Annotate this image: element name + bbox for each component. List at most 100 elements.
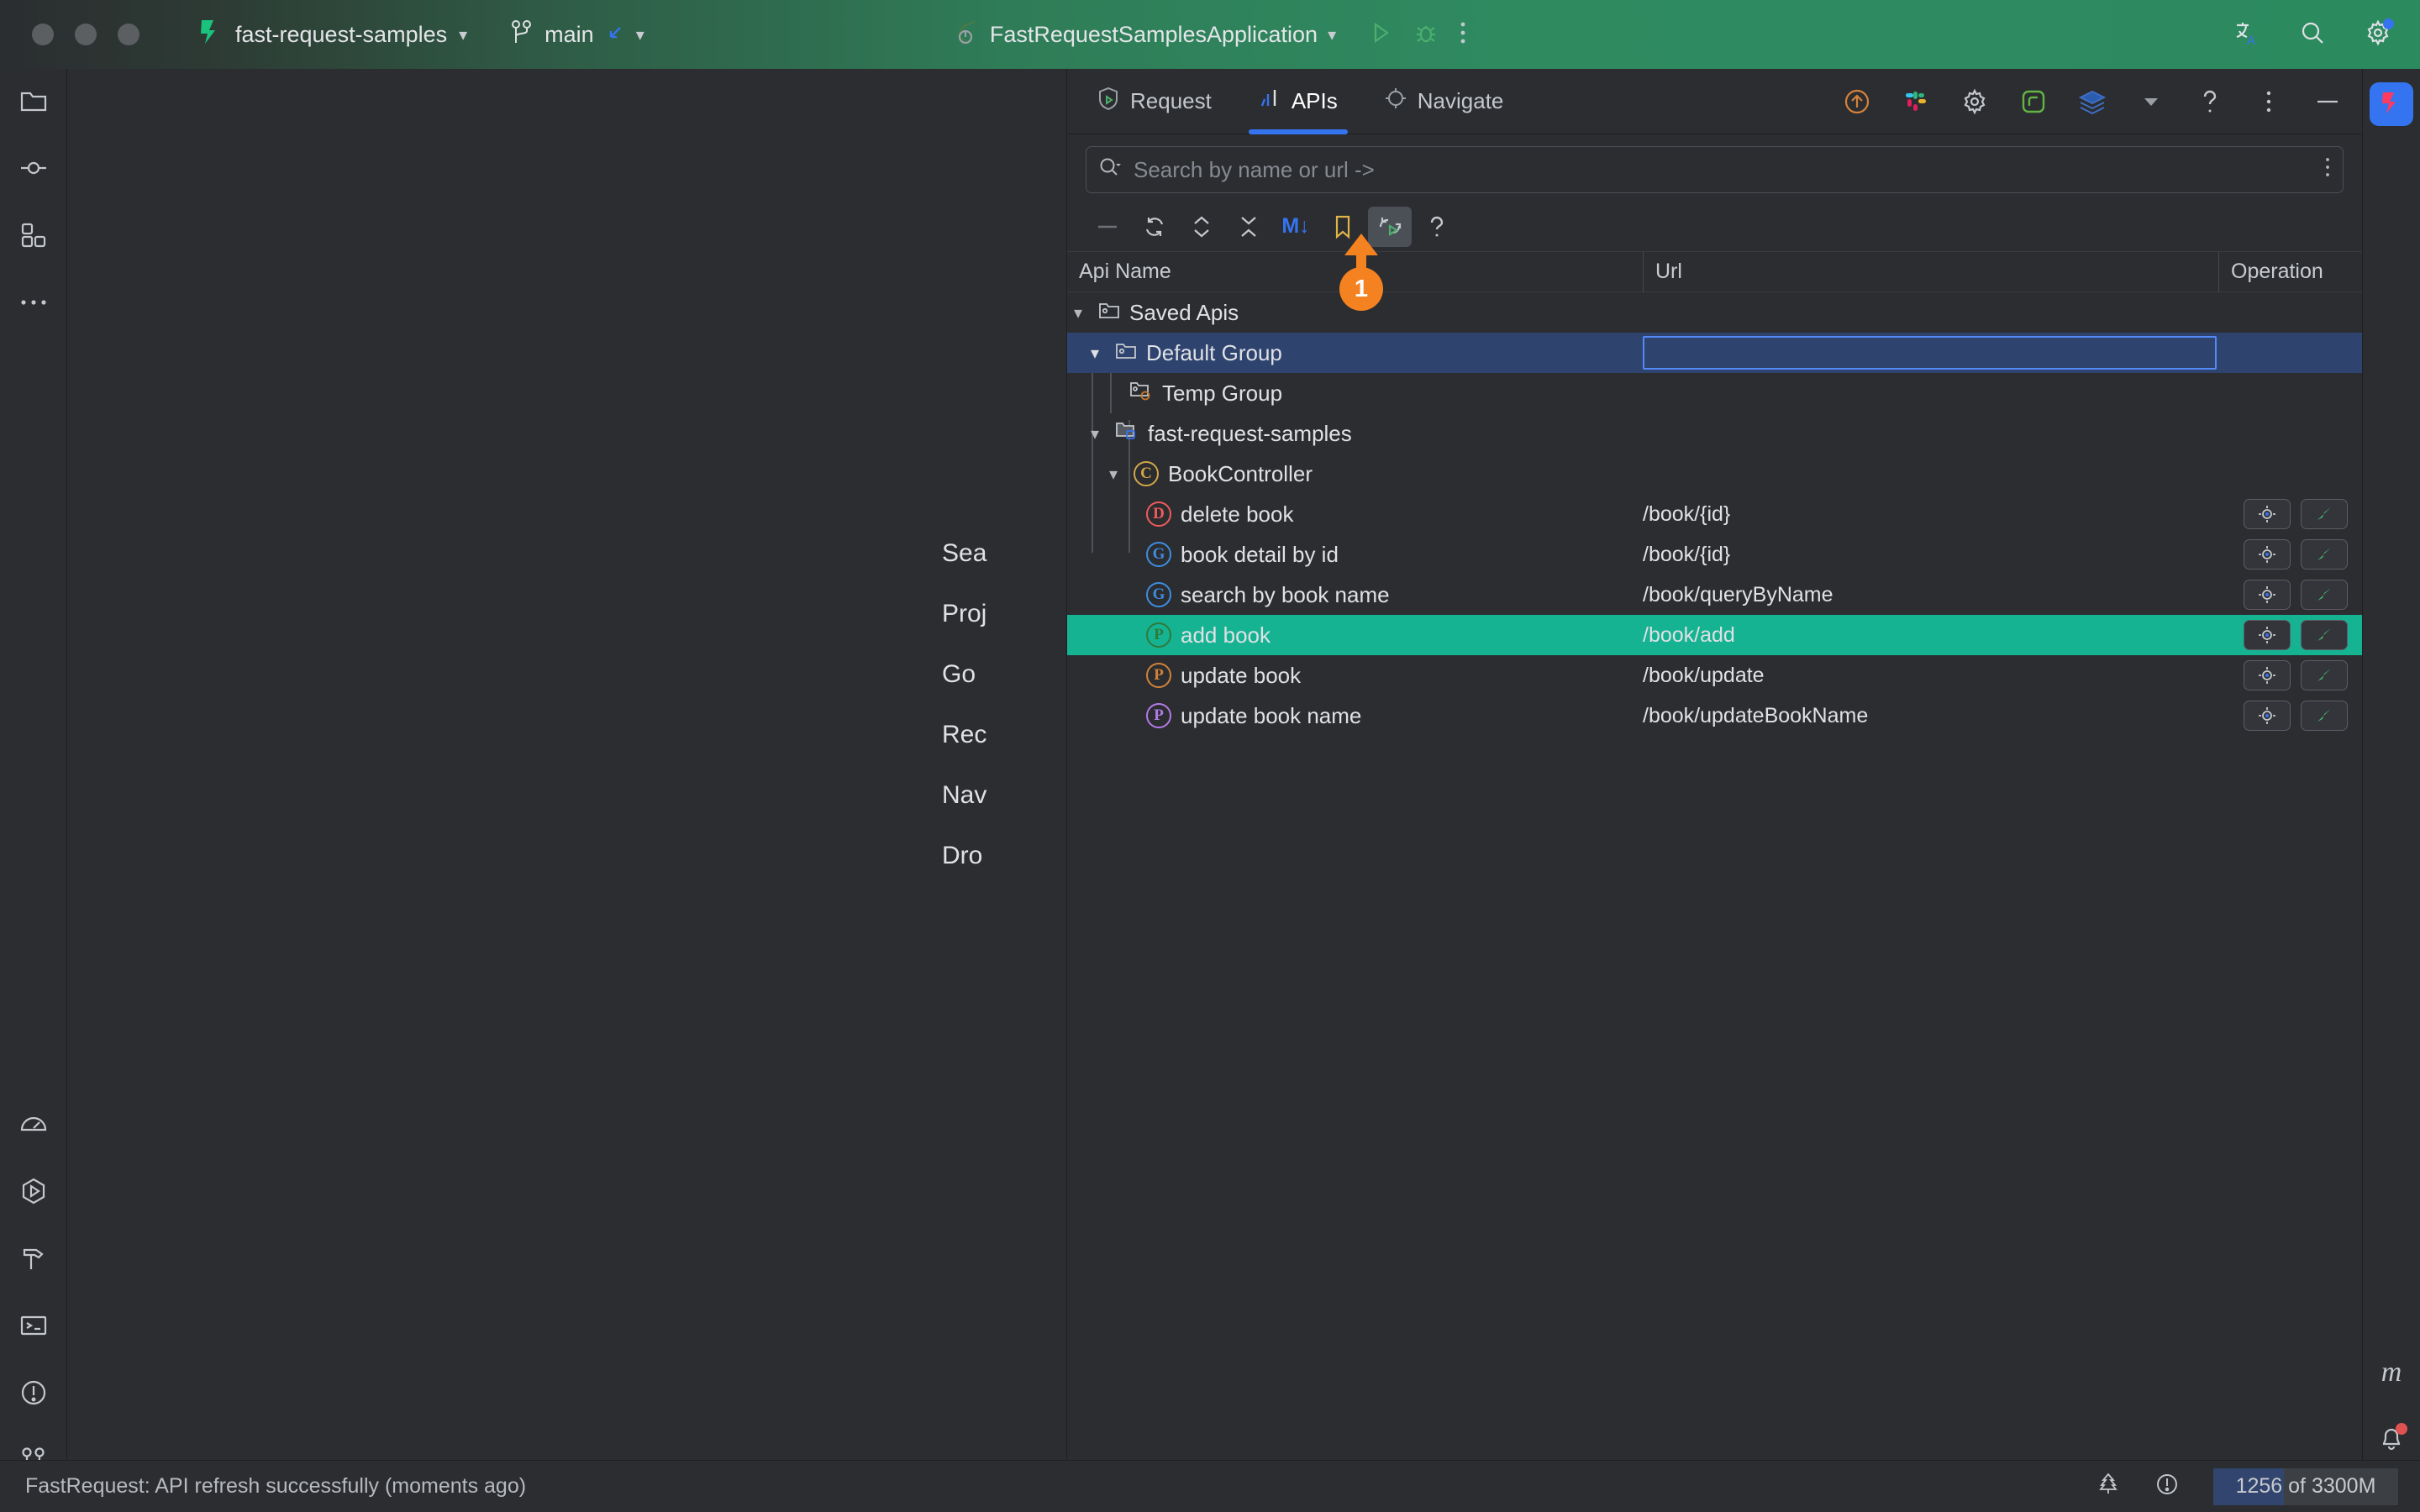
search-dropdown-icon[interactable] [1098,156,1122,184]
translate-icon[interactable]: A [2233,19,2260,50]
chevron-down-icon[interactable]: ▾ [1109,464,1124,485]
minimize-icon[interactable] [2308,82,2347,121]
warning-circle-icon [19,1378,48,1411]
refresh-button[interactable] [1133,207,1176,247]
sidebar-item-commit[interactable] [0,136,67,203]
panel-tab-bar: Request APIs Navigate [1067,69,2362,134]
collapse-minus-button[interactable] [1086,207,1129,247]
run-configuration-label: FastRequestSamplesApplication [990,22,1318,48]
chevron-down-icon: ▾ [1328,24,1336,45]
slack-icon[interactable] [1897,82,1935,121]
table-row[interactable]: P update book name /book/updateBookName [1067,696,2362,736]
chevron-down-icon[interactable]: ▾ [1074,302,1089,323]
locate-button[interactable] [2244,660,2291,690]
search-input[interactable]: Search by name or url -> [1086,146,2344,193]
locate-button[interactable] [2244,580,2291,610]
memory-indicator[interactable]: 1256 of 3300M [2213,1468,2398,1505]
class-icon: C [1134,461,1159,486]
incoming-changes-icon [606,22,624,48]
markdown-export-button[interactable]: M↓ [1274,207,1318,247]
sidebar-item-project[interactable] [0,69,67,136]
notifications-bell-icon [2377,1424,2406,1457]
sidebar-item-more[interactable] [0,270,67,338]
tree-indexing-icon[interactable] [2096,1472,2121,1501]
navigate-target-icon [1385,87,1407,115]
table-row[interactable]: ▾ Saved Apis [1067,292,2362,333]
send-button[interactable] [2301,580,2348,610]
sidebar-item-terminal[interactable] [0,1294,67,1361]
locate-button[interactable] [2244,499,2291,529]
spring-leaf-icon [953,18,980,51]
memory-label: 1256 of 3300M [2236,1474,2376,1499]
send-button[interactable] [2301,539,2348,570]
search-icon[interactable] [2299,19,2326,50]
debug-button[interactable] [1413,20,1439,50]
table-row[interactable]: ▾ C BookController [1067,454,2362,494]
tab-request[interactable]: Request [1081,69,1228,134]
row-label: delete book [1181,501,1293,528]
sidebar-item-plugins[interactable] [0,203,67,270]
warning-circle-icon[interactable] [2154,1472,2180,1501]
scratch-icon[interactable] [2014,82,2053,121]
table-row[interactable]: G book detail by id /book/{id} [1067,534,2362,575]
status-bar: FastRequest: API refresh successfully (m… [0,1460,2420,1512]
locate-button[interactable] [2244,620,2291,650]
row-label: fast-request-samples [1148,421,1352,447]
run-configuration-selector[interactable]: FastRequestSamplesApplication ▾ [953,18,1336,51]
help-icon[interactable] [2191,82,2229,121]
sidebar-item-run[interactable] [0,1159,67,1226]
branch-selector[interactable]: main ▾ [511,19,644,50]
table-row[interactable]: P update book /book/update [1067,655,2362,696]
method-badge-get-icon: G [1146,582,1171,607]
sidebar-item-problems[interactable] [0,1361,67,1428]
table-row[interactable]: Temp Group [1067,373,2362,413]
column-header-url[interactable]: Url [1643,252,2218,292]
hint-item: Rec [942,721,1066,781]
window-controls[interactable] [32,24,139,45]
table-row[interactable]: ▾ fast-request-samples [1067,413,2362,454]
project-selector[interactable]: fast-request-samples ▾ [198,18,467,51]
locate-button[interactable] [2244,701,2291,731]
run-button[interactable] [1368,20,1393,50]
chevron-down-icon[interactable] [2132,82,2170,121]
window-close-button[interactable] [32,24,54,45]
sidebar-item-build[interactable] [0,1226,67,1294]
branch-icon [511,19,533,50]
send-button[interactable] [2301,499,2348,529]
layers-icon[interactable] [2073,82,2112,121]
more-vertical-icon[interactable] [2249,82,2288,121]
row-label: update book name [1181,703,1361,729]
more-actions-button[interactable] [1459,19,1467,50]
method-badge-post-icon: P [1146,622,1171,648]
more-vertical-icon[interactable] [2324,156,2331,184]
expand-all-button[interactable] [1180,207,1223,247]
window-maximize-button[interactable] [118,24,139,45]
tab-navigate[interactable]: Navigate [1368,69,1521,134]
sidebar-item-meetings[interactable]: m [2363,1339,2420,1406]
send-button[interactable] [2301,701,2348,731]
help-button[interactable] [1415,207,1459,247]
gear-icon[interactable] [1955,82,1994,121]
table-row[interactable]: P add book /book/add [1067,615,2362,655]
hint-item: Nav [942,781,1066,842]
chevron-down-icon[interactable]: ▾ [1091,343,1106,364]
upload-circle-icon[interactable] [1838,82,1876,121]
send-button[interactable] [2301,660,2348,690]
window-minimize-button[interactable] [75,24,97,45]
gear-icon[interactable] [2365,19,2391,50]
collapse-all-button[interactable] [1227,207,1270,247]
column-header-operation[interactable]: Operation [2218,252,2362,292]
sidebar-item-profiler[interactable] [0,1092,67,1159]
send-button[interactable] [2301,620,2348,650]
url-cell-editor[interactable] [1643,336,2217,370]
table-row[interactable]: G search by book name /book/queryByName [1067,575,2362,615]
table-row[interactable]: D delete book /book/{id} [1067,494,2362,534]
tab-apis[interactable]: APIs [1242,69,1355,134]
sidebar-item-fast-request[interactable] [2370,82,2413,126]
chevron-down-icon[interactable]: ▾ [1091,423,1106,444]
locate-button[interactable] [2244,539,2291,570]
run-hex-icon [19,1177,48,1210]
hammer-icon [19,1244,48,1277]
table-row[interactable]: ▾ Default Group [1067,333,2362,373]
search-placeholder: Search by name or url -> [1134,157,1375,183]
